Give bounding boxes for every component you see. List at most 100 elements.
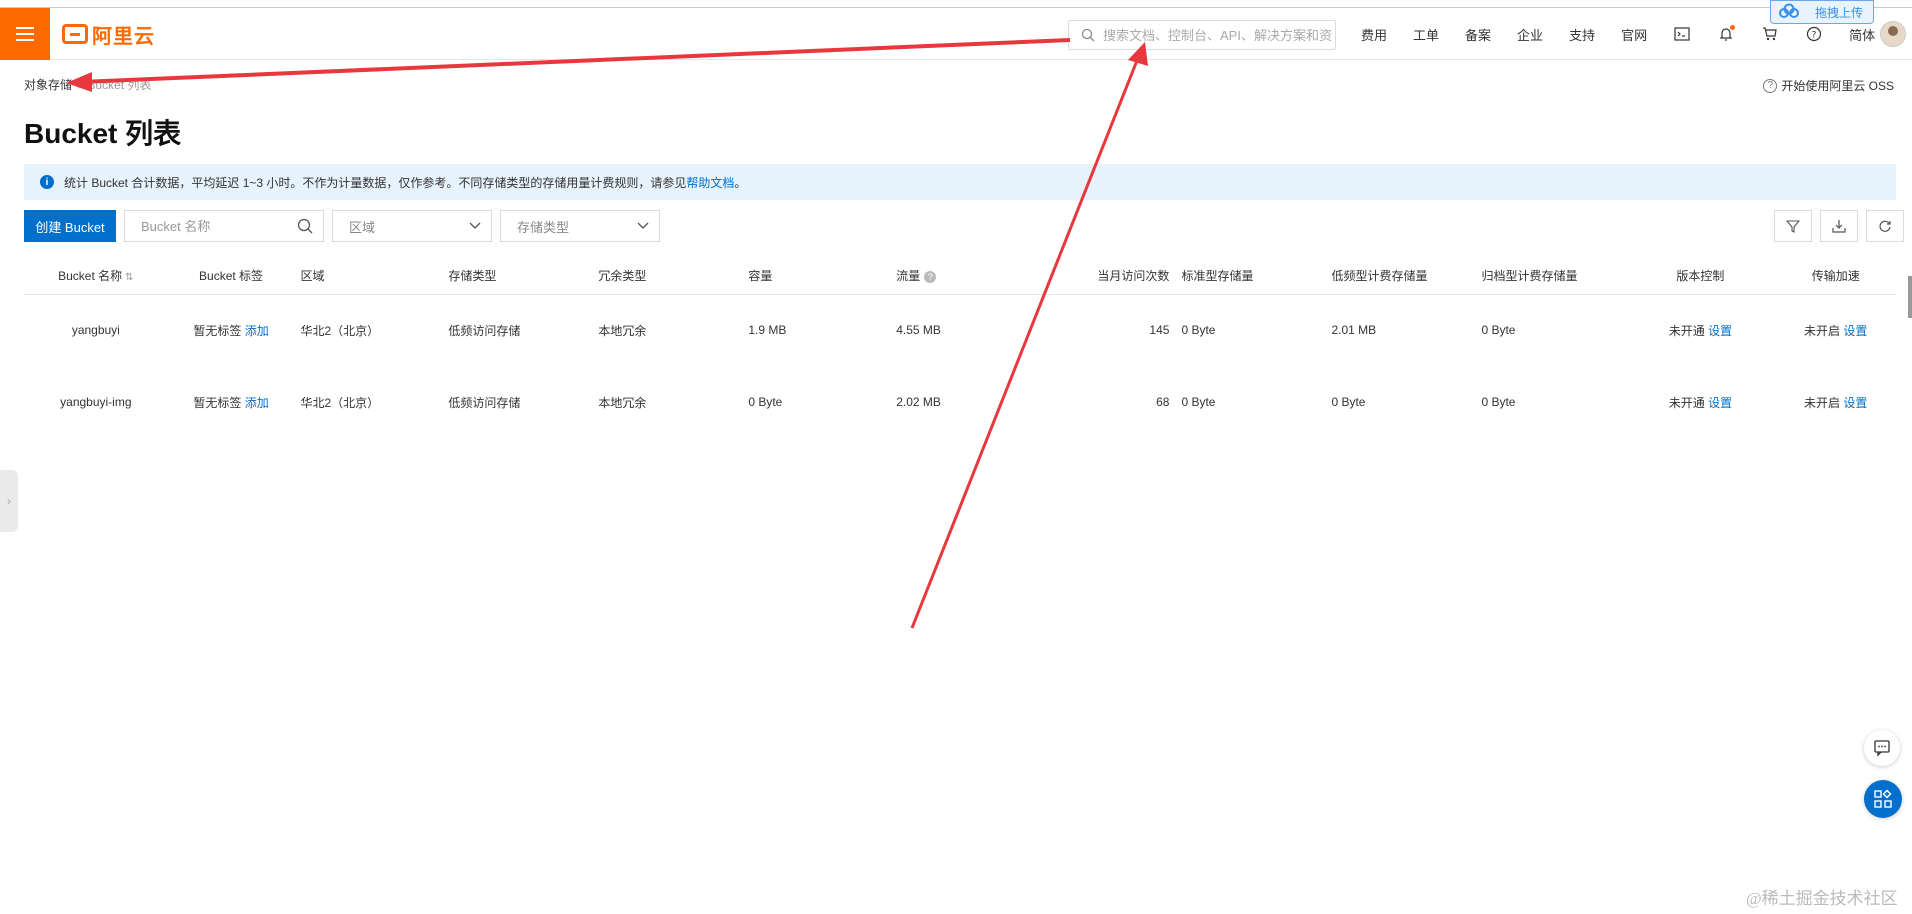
bell-icon[interactable]: [1716, 24, 1736, 44]
terminal-icon[interactable]: [1672, 24, 1692, 44]
search-icon: [1081, 28, 1095, 42]
col-traffic: 流量?: [890, 258, 1028, 295]
accel-setting-link[interactable]: 设置: [1843, 324, 1867, 338]
bucket-name-input[interactable]: [141, 218, 291, 234]
getting-started-label: 开始使用阿里云 OSS: [1781, 79, 1894, 93]
notice-text: 统计 Bucket 合计数据，平均延迟 1~3 小时。不作为计量数据，仅作参考。…: [64, 175, 687, 190]
scroll-indicator[interactable]: [1908, 276, 1912, 318]
notice-end: 。: [734, 175, 747, 190]
global-search[interactable]: [1068, 20, 1336, 50]
nav-billing[interactable]: 费用: [1361, 25, 1387, 44]
col-archive-storage: 归档型计费存储量: [1475, 258, 1626, 295]
filter-toolbar: 创建 Bucket 区域 存储类型: [24, 210, 668, 242]
bucket-name-link[interactable]: yangbuyi: [24, 294, 168, 366]
top-header: 阿里云 费用 工单 备案 企业 支持 官网 ? 简体: [0, 8, 1912, 60]
getting-started-link[interactable]: ? 开始使用阿里云 OSS: [1763, 77, 1894, 94]
page-title: Bucket 列表: [24, 118, 182, 149]
sidebar-expand-tab[interactable]: ›: [0, 470, 18, 532]
visits-cell: 145: [1149, 323, 1170, 338]
chat-icon: [1874, 740, 1890, 757]
versioning-cell: 未开通 设置: [1625, 366, 1775, 438]
breadcrumb: 对象存储 / Bucket 列表: [24, 76, 151, 93]
accel-setting-link[interactable]: 设置: [1843, 396, 1867, 410]
bucket-tag-cell: 暂无标签 添加: [168, 366, 295, 438]
nav-tickets[interactable]: 工单: [1413, 25, 1439, 44]
question-icon: ?: [1763, 78, 1778, 93]
versioning-setting-link[interactable]: 设置: [1708, 324, 1732, 338]
region-cell: 华北2（北京）: [300, 395, 380, 410]
nav-icp[interactable]: 备案: [1465, 25, 1491, 44]
col-transfer-accel: 传输加速: [1775, 258, 1896, 295]
col-bucket-name-label: Bucket 名称: [58, 269, 123, 284]
table-header-row: Bucket 名称 ⇅ Bucket 标签 区域 存储类型 冗余类型 容量 流量?…: [24, 258, 1896, 295]
aliyun-logo[interactable]: 阿里云: [62, 20, 155, 48]
region-select[interactable]: 区域: [332, 210, 492, 242]
global-search-input[interactable]: [1103, 27, 1333, 43]
col-region: 区域: [294, 258, 443, 295]
archive-cell: 0 Byte: [1481, 395, 1516, 409]
storage-cell: 低频访问存储: [448, 323, 521, 338]
archive-cell: 0 Byte: [1481, 323, 1516, 338]
bucket-name-filter[interactable]: [124, 210, 324, 242]
col-standard-storage: 标准型存储量: [1175, 258, 1326, 295]
feedback-chat-button[interactable]: [1864, 730, 1900, 766]
col-capacity: 容量: [742, 258, 891, 295]
breadcrumb-oss[interactable]: 对象存储: [24, 76, 72, 93]
create-bucket-button[interactable]: 创建 Bucket: [24, 210, 116, 242]
nav-website[interactable]: 官网: [1621, 25, 1647, 44]
ia-cell: 0 Byte: [1331, 395, 1366, 409]
bucket-tag-cell: 暂无标签 添加: [168, 294, 295, 366]
capacity-cell: 1.9 MB: [748, 323, 787, 338]
refresh-icon: [1879, 220, 1891, 232]
col-bucket-name[interactable]: Bucket 名称 ⇅: [24, 258, 168, 295]
capacity-cell: 0 Byte: [748, 395, 783, 409]
visits-cell: 68: [1156, 395, 1170, 409]
hamburger-menu-button[interactable]: [0, 8, 50, 60]
refresh-button[interactable]: [1866, 210, 1904, 242]
add-tag-link[interactable]: 添加: [245, 324, 269, 338]
nav-support[interactable]: 支持: [1569, 25, 1595, 44]
search-icon[interactable]: [297, 218, 313, 234]
accel-status: 未开启: [1804, 323, 1841, 338]
user-avatar[interactable]: [1880, 21, 1906, 47]
table-tools: [1766, 210, 1904, 242]
bucket-table: Bucket 名称 ⇅ Bucket 标签 区域 存储类型 冗余类型 容量 流量?…: [24, 258, 1896, 438]
traffic-cell: 2.02 MB: [896, 395, 941, 409]
breadcrumb-current: Bucket 列表: [87, 78, 152, 92]
sort-icon[interactable]: ⇅: [125, 272, 133, 283]
col-versioning: 版本控制: [1625, 258, 1776, 295]
col-ia-storage: 低频型计费存储量: [1325, 258, 1476, 295]
versioning-setting-link[interactable]: 设置: [1708, 396, 1732, 410]
help-icon[interactable]: ?: [1804, 24, 1824, 44]
col-bucket-tag: Bucket 标签: [167, 258, 295, 295]
storage-type-placeholder: 存储类型: [517, 219, 570, 235]
col-storage-type: 存储类型: [442, 258, 593, 295]
add-tag-link[interactable]: 添加: [245, 396, 269, 410]
accel-status: 未开启: [1804, 395, 1841, 410]
export-button[interactable]: [1820, 210, 1858, 242]
chevron-down-icon: [637, 222, 649, 229]
nav-enterprise[interactable]: 企业: [1517, 25, 1543, 44]
help-icon[interactable]: ?: [924, 271, 937, 284]
col-traffic-label: 流量: [896, 269, 921, 284]
tag-value: 暂无标签: [193, 395, 242, 410]
tag-value: 暂无标签: [193, 323, 242, 338]
notification-dot: [1730, 25, 1736, 30]
quick-apps-button[interactable]: [1864, 780, 1902, 818]
language-switch[interactable]: 简体: [1849, 25, 1875, 44]
cart-icon[interactable]: [1760, 24, 1780, 44]
info-notice: i 统计 Bucket 合计数据，平均延迟 1~3 小时。不作为计量数据，仅作参…: [24, 164, 1896, 200]
ia-cell: 2.01 MB: [1331, 323, 1377, 338]
info-icon: i: [40, 175, 54, 189]
aliyun-logo-icon: [62, 24, 88, 44]
breadcrumb-separator: /: [78, 77, 82, 92]
svg-text:?: ?: [1812, 31, 1817, 41]
filter-button[interactable]: [1774, 210, 1812, 242]
help-doc-link[interactable]: 帮助文档: [686, 174, 734, 191]
bucket-name-link[interactable]: yangbuyi-img: [24, 366, 168, 438]
accel-cell: 未开启 设置: [1775, 366, 1896, 438]
download-icon: [1832, 220, 1846, 233]
region-select-placeholder: 区域: [349, 219, 376, 235]
logo-text: 阿里云: [92, 25, 155, 48]
storage-type-select[interactable]: 存储类型: [500, 210, 660, 242]
